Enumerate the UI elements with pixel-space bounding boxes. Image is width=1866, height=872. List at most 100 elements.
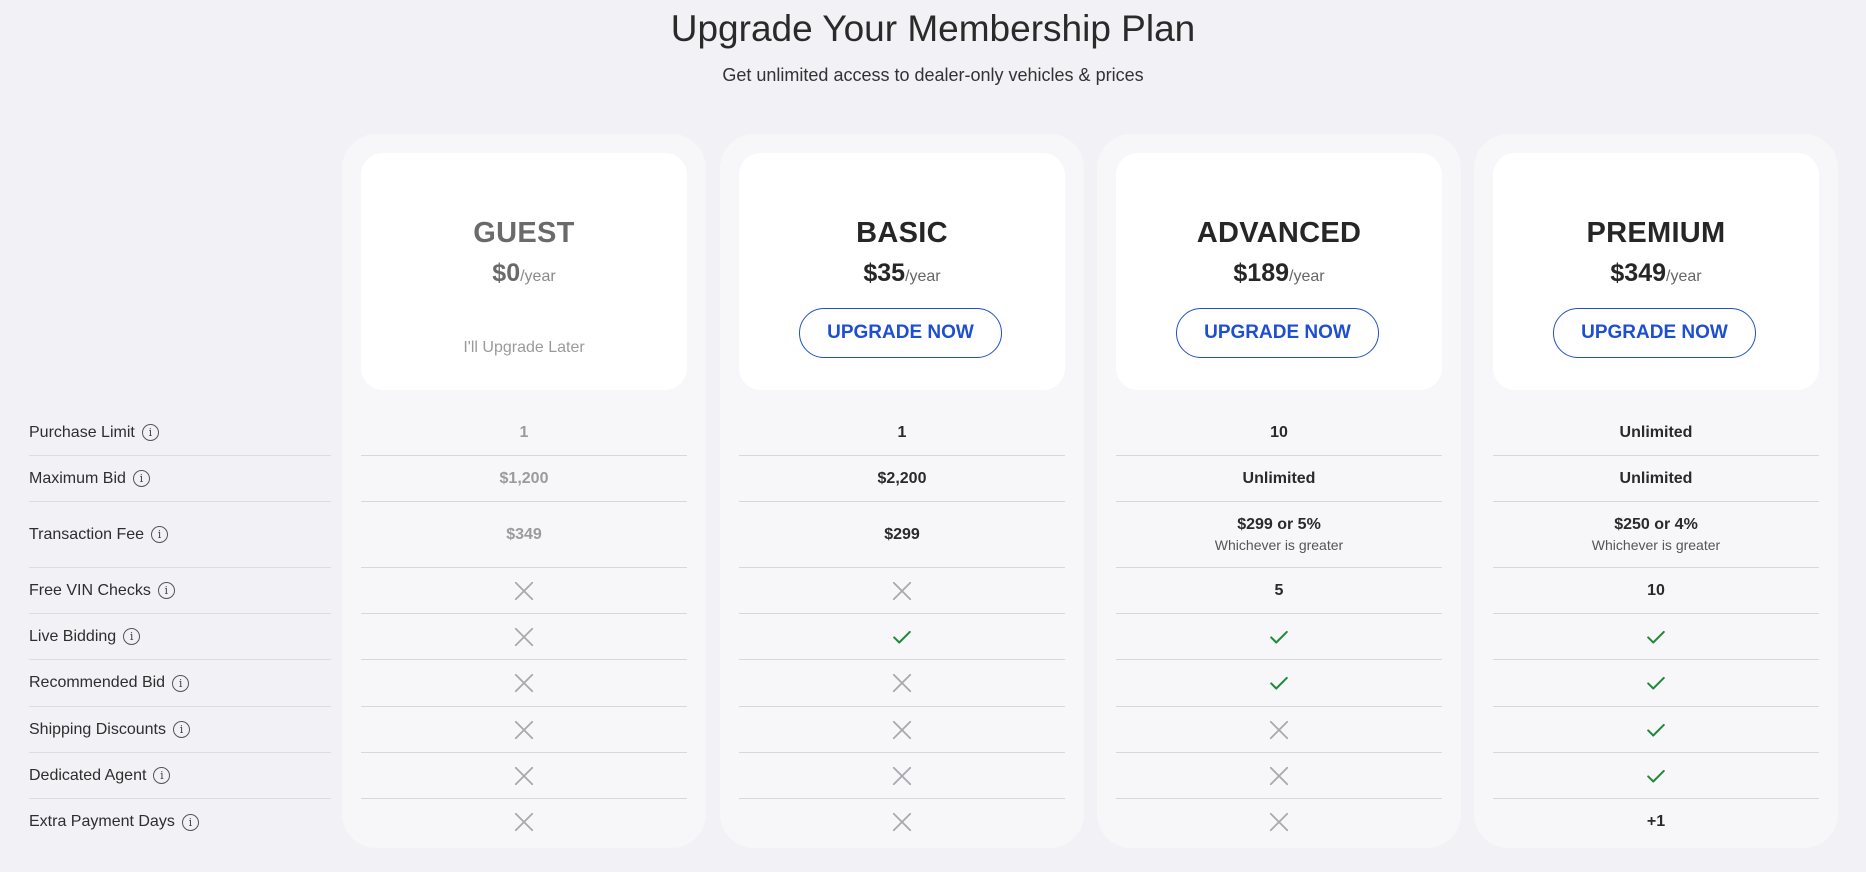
close-icon bbox=[1269, 766, 1289, 785]
plan-card: ADVANCED $189/year UPGRADE NOW bbox=[1116, 153, 1442, 390]
check-icon bbox=[1647, 676, 1665, 690]
info-icon[interactable]: i bbox=[172, 721, 190, 738]
upgrade-now-button[interactable]: UPGRADE NOW bbox=[799, 308, 1002, 358]
feature-value-free-vin-checks: 10 bbox=[1493, 568, 1819, 614]
feature-value-shipping-discounts bbox=[361, 707, 687, 753]
value-text: $349 bbox=[506, 525, 542, 543]
close-icon bbox=[892, 673, 912, 693]
value-text: Unlimited bbox=[1619, 469, 1693, 487]
info-icon[interactable]: i bbox=[153, 767, 171, 784]
upgrade-now-button[interactable]: UPGRADE NOW bbox=[1553, 308, 1756, 358]
plan-card: BASIC $35/year UPGRADE NOW bbox=[739, 153, 1065, 390]
info-icon[interactable]: i bbox=[157, 582, 175, 599]
feature-value-recommended-bid bbox=[739, 660, 1065, 707]
check-icon bbox=[1270, 676, 1288, 690]
close-icon bbox=[1269, 720, 1289, 739]
plan-price: $35/year bbox=[739, 259, 1065, 288]
check-icon bbox=[1270, 630, 1288, 644]
info-icon[interactable]: i bbox=[172, 674, 190, 692]
info-icon[interactable]: i bbox=[141, 424, 159, 441]
info-icon[interactable]: i bbox=[151, 526, 169, 543]
close-icon bbox=[514, 766, 534, 785]
value-note: Whichever is greater bbox=[1214, 537, 1344, 553]
upgrade-later-link[interactable]: I'll Upgrade Later bbox=[361, 339, 687, 357]
check-icon bbox=[1647, 723, 1665, 737]
plan-name: PREMIUM bbox=[1586, 217, 1726, 249]
value-text: $1,200 bbox=[499, 469, 549, 487]
close-icon bbox=[514, 720, 534, 739]
feature-value-transaction-fee: $349 bbox=[361, 502, 687, 568]
price-period: /year bbox=[905, 268, 941, 285]
feature-value-extra-payment-days bbox=[1116, 799, 1442, 845]
plan-features: 1 $2,200 $299 bbox=[739, 410, 1065, 845]
feature-value-dedicated-agent bbox=[1116, 753, 1442, 799]
feature-row-live-bidding: Live Bidding i bbox=[29, 614, 331, 660]
value-text: Unlimited bbox=[1242, 469, 1316, 487]
check-icon bbox=[1647, 630, 1665, 644]
feature-label: Purchase Limit bbox=[29, 423, 135, 441]
price-amount: $35 bbox=[863, 259, 906, 287]
price-period: /year bbox=[1289, 268, 1325, 285]
price-period: /year bbox=[1666, 268, 1702, 285]
plan-card: GUEST $0/year I'll Upgrade Later bbox=[361, 153, 687, 390]
plan-features: 1 $1,200 $349 bbox=[361, 410, 687, 845]
check-icon bbox=[1647, 769, 1665, 783]
feature-row-shipping-discounts: Shipping Discounts i bbox=[29, 707, 331, 753]
feature-row-recommended-bid: Recommended Bid i bbox=[29, 660, 331, 707]
feature-value-extra-payment-days bbox=[361, 799, 687, 845]
feature-value-maximum-bid: $1,200 bbox=[361, 456, 687, 502]
feature-value-extra-payment-days bbox=[739, 799, 1065, 845]
page-title: Upgrade Your Membership Plan bbox=[670, 8, 1196, 49]
close-icon bbox=[892, 581, 912, 600]
info-icon[interactable]: i bbox=[123, 628, 141, 645]
feature-value-live-bidding bbox=[739, 614, 1065, 660]
close-icon bbox=[514, 627, 534, 646]
info-icon[interactable]: i bbox=[132, 470, 150, 487]
value-text: +1 bbox=[1646, 813, 1666, 830]
feature-label: Transaction Fee bbox=[29, 525, 145, 543]
feature-value-recommended-bid bbox=[361, 660, 687, 707]
value-text: 10 bbox=[1270, 423, 1288, 441]
feature-value-live-bidding bbox=[361, 614, 687, 660]
plan-features: Unlimited Unlimited $250 or 4% Whichever is… bbox=[1493, 410, 1819, 845]
value-text: $250 or 4% bbox=[1614, 516, 1698, 533]
plan-column-guest: GUEST $0/year I'll Upgrade Later 1 $1,200 $34… bbox=[342, 134, 706, 848]
price-amount: $0 bbox=[492, 259, 521, 287]
feature-value-dedicated-agent bbox=[1493, 753, 1819, 799]
value-text: $299 or 5% bbox=[1237, 516, 1321, 533]
feature-row-extra-payment-days: Extra Payment Days i bbox=[29, 799, 331, 845]
plan-price: $0/year bbox=[361, 259, 687, 288]
plan-name: GUEST bbox=[473, 217, 575, 249]
feature-value-purchase-limit: Unlimited bbox=[1493, 410, 1819, 456]
feature-row-free-vin-checks: Free VIN Checks i bbox=[29, 568, 331, 614]
feature-value-shipping-discounts bbox=[1493, 707, 1819, 753]
plan-name: ADVANCED bbox=[1196, 217, 1362, 249]
feature-label: Shipping Discounts bbox=[29, 720, 166, 738]
feature-row-transaction-fee: Transaction Fee i bbox=[29, 502, 331, 568]
feature-labels: Purchase Limit i Maximum Bid i Transaction F… bbox=[29, 410, 331, 845]
info-icon[interactable]: i bbox=[181, 813, 199, 831]
plan-price: $189/year bbox=[1116, 259, 1442, 288]
value-text: Unlimited bbox=[1619, 423, 1693, 441]
feature-value-dedicated-agent bbox=[739, 753, 1065, 799]
feature-value-maximum-bid: Unlimited bbox=[1116, 456, 1442, 502]
feature-value-maximum-bid: Unlimited bbox=[1493, 456, 1819, 502]
feature-label: Extra Payment Days bbox=[29, 813, 175, 830]
value-text: $299 bbox=[884, 525, 920, 543]
feature-label: Dedicated Agent bbox=[29, 766, 147, 784]
plan-column-premium: PREMIUM $349/year UPGRADE NOW Unlimited Unli… bbox=[1474, 134, 1838, 848]
upgrade-now-button[interactable]: UPGRADE NOW bbox=[1176, 308, 1379, 358]
close-icon bbox=[892, 720, 912, 739]
feature-value-free-vin-checks bbox=[739, 568, 1065, 614]
close-icon bbox=[514, 581, 534, 600]
feature-value-purchase-limit: 1 bbox=[361, 410, 687, 456]
plan-price: $349/year bbox=[1493, 259, 1819, 288]
feature-row-maximum-bid: Maximum Bid i bbox=[29, 456, 331, 502]
close-icon bbox=[892, 766, 912, 785]
plan-column-advanced: ADVANCED $189/year UPGRADE NOW 10 Unlimited $… bbox=[1097, 134, 1461, 848]
feature-value-shipping-discounts bbox=[1116, 707, 1442, 753]
page-subtitle: Get unlimited access to dealer-only vehi… bbox=[722, 65, 1144, 85]
close-icon bbox=[1269, 812, 1289, 832]
feature-value-purchase-limit: 1 bbox=[739, 410, 1065, 456]
feature-value-transaction-fee: $250 or 4% Whichever is greater bbox=[1493, 502, 1819, 568]
